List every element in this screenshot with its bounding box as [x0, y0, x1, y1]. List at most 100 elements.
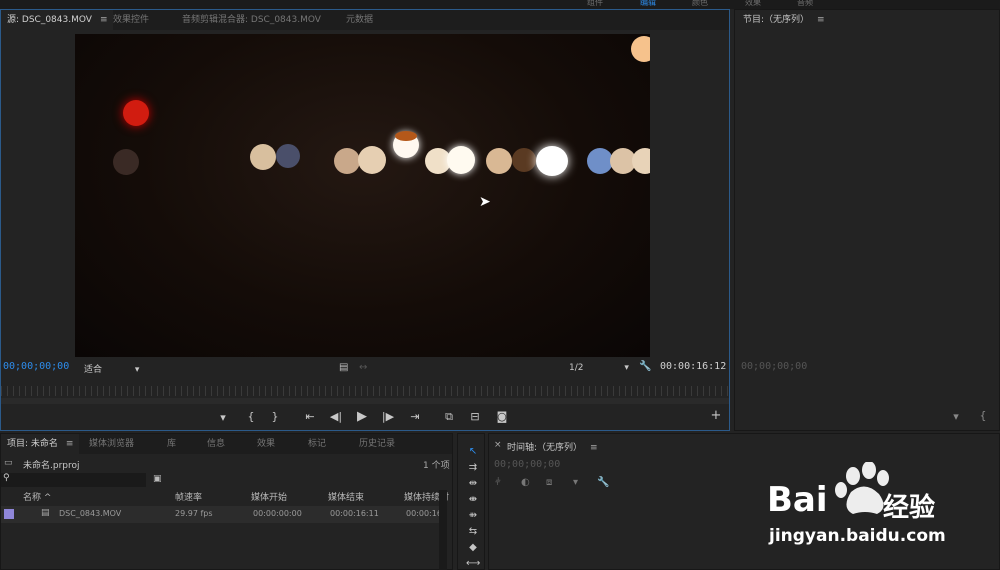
workspace-tab[interactable]: 组件 — [587, 0, 603, 8]
bokeh-light — [358, 146, 386, 174]
zoom-scrollbar[interactable] — [1, 398, 729, 404]
wrench-icon[interactable]: 🔧 — [639, 361, 651, 372]
rate-stretch-tool-icon[interactable]: ⇻ — [466, 510, 480, 521]
column-name[interactable]: 名称 ^ — [23, 490, 51, 503]
tab-effects[interactable]: 效果 — [251, 434, 281, 454]
source-tab-bar: 源: DSC_0843.MOV ≡ 效果控件 音频剪辑混合器: DSC_0843.… — [1, 10, 729, 30]
project-tab-bar: 项目: 未命名 ≡ 媒体浏览器 库 信息 效果 标记 历史记录 — [1, 434, 452, 454]
menu-icon[interactable]: ≡ — [817, 10, 825, 30]
bokeh-light — [250, 144, 276, 170]
bokeh-light — [631, 36, 650, 62]
wrench-icon[interactable]: 🔧 — [597, 477, 609, 488]
tab-history[interactable]: 历史记录 — [353, 434, 401, 454]
play-icon[interactable]: ▶ — [354, 409, 370, 424]
ripple-edit-tool-icon[interactable]: ⇹ — [466, 478, 480, 489]
bokeh-light — [334, 148, 360, 174]
clip-duration: 00:00:16 — [406, 509, 442, 518]
tab-info[interactable]: 信息 — [201, 434, 231, 454]
program-monitor-panel: 节目:（无序列） ≡ 00;00;00;00 ▾ { — [734, 9, 1000, 431]
tools-panel: ↖ ⇉ ⇹ ⇼ ⇻ ⇆ ◆ ⟷ — [457, 433, 485, 570]
tab-project[interactable]: 项目: 未命名 ≡ — [1, 434, 80, 454]
tab-libraries[interactable]: 库 — [161, 434, 182, 454]
search-input[interactable]: ⚲ — [1, 473, 146, 487]
mark-out-icon[interactable]: } — [267, 410, 283, 423]
workspace-tab[interactable]: 音频 — [797, 0, 813, 8]
go-to-in-icon[interactable]: ⇤ — [302, 410, 318, 423]
insert-icon[interactable]: ⧉ — [441, 410, 457, 424]
timeline-timecode[interactable]: 00;00;00;00 — [494, 459, 560, 470]
rolling-edit-tool-icon[interactable]: ⇼ — [466, 494, 480, 505]
source-monitor-panel: 源: DSC_0843.MOV ≡ 效果控件 音频剪辑混合器: DSC_0843.… — [0, 9, 730, 431]
source-video-frame[interactable]: ➤ — [75, 34, 650, 357]
overwrite-icon[interactable]: ⊟ — [467, 410, 483, 423]
tab-audio-clip-mixer[interactable]: 音频剪辑混合器: DSC_0843.MOV — [176, 10, 327, 30]
razor-tool-icon[interactable]: ◆ — [466, 542, 480, 553]
clip-fps: 29.97 fps — [175, 509, 213, 518]
tab-source[interactable]: 源: DSC_0843.MOV ≡ — [1, 10, 114, 30]
watermark-brand: Bai — [767, 480, 828, 520]
project-panel: 项目: 未命名 ≡ 媒体浏览器 库 信息 效果 标记 历史记录 ▭ 未命名.prp… — [0, 433, 453, 570]
bokeh-light — [395, 131, 417, 141]
program-timecode[interactable]: 00;00;00;00 — [741, 361, 807, 372]
step-back-icon[interactable]: ◀| — [328, 410, 344, 423]
tab-program[interactable]: 节目:（无序列） ≡ — [737, 10, 831, 30]
search-icon: ⚲ — [3, 473, 10, 483]
menu-icon[interactable]: ≡ — [66, 434, 74, 454]
watermark-brand-cn: 经验 — [883, 493, 936, 523]
menu-icon[interactable]: ≡ — [590, 443, 598, 453]
camera-icon[interactable]: ◙ — [494, 410, 510, 423]
new-bin-icon[interactable]: ▣ — [153, 474, 162, 484]
mark-in-icon[interactable]: { — [975, 409, 991, 422]
watermark-url: jingyan.baidu.com — [769, 526, 946, 546]
close-icon[interactable]: × — [494, 440, 502, 450]
linked-selection-icon[interactable]: ⧈ — [546, 477, 552, 488]
tab-effect-controls[interactable]: 效果控件 — [107, 10, 155, 30]
timeline-title[interactable]: 时间轴:（无序列） ≡ — [507, 440, 598, 453]
chevron-down-icon: ▾ — [624, 363, 629, 373]
resolution-dropdown[interactable]: 1/2 ▾ — [569, 363, 629, 373]
export-frame-icon[interactable]: ▤ — [339, 362, 348, 373]
column-frame-rate[interactable]: 帧速率 — [175, 490, 202, 503]
project-scrollbar[interactable] — [439, 490, 447, 570]
step-forward-icon[interactable]: |▶ — [380, 410, 396, 423]
bokeh-light — [486, 148, 512, 174]
slide-tool-icon[interactable]: ⟷ — [466, 558, 480, 569]
tab-markers[interactable]: 标记 — [302, 434, 332, 454]
label-color-swatch[interactable] — [4, 509, 14, 519]
drag-video-icon[interactable]: ↔ — [359, 362, 367, 373]
snap-icon[interactable]: ◐ — [521, 477, 530, 488]
column-media-start[interactable]: 媒体开始 — [251, 490, 287, 503]
go-to-out-icon[interactable]: ⇥ — [407, 410, 423, 423]
column-media-end[interactable]: 媒体结束 — [328, 490, 364, 503]
workspace-tab[interactable]: 效果 — [745, 0, 761, 8]
chevron-down-icon: ▾ — [134, 365, 140, 375]
bokeh-light — [113, 149, 139, 175]
tab-media-browser[interactable]: 媒体浏览器 — [83, 434, 140, 454]
time-ruler[interactable] — [1, 386, 729, 396]
clip-end: 00:00:16:11 — [330, 509, 379, 518]
mouse-cursor: ➤ — [479, 194, 491, 210]
bokeh-light — [512, 148, 536, 172]
source-timecode-in[interactable]: 00;00;00;00 — [3, 361, 69, 372]
bokeh-light — [123, 100, 149, 126]
track-select-tool-icon[interactable]: ⇉ — [466, 462, 480, 473]
fit-dropdown[interactable]: 适合 ▾ — [84, 362, 139, 375]
add-marker-icon[interactable]: ▾ — [573, 477, 578, 488]
table-row[interactable]: ▤ DSC_0843.MOV 29.97 fps 00:00:00:00 00:… — [1, 506, 442, 523]
bokeh-light — [276, 144, 300, 168]
workspace-tab-active[interactable]: 编辑 — [640, 0, 656, 8]
project-filename: 未命名.prproj — [23, 461, 80, 471]
nest-sequence-icon[interactable]: ⫩ — [495, 477, 501, 488]
workspace-tab[interactable]: 颜色 — [692, 0, 708, 8]
selection-tool-icon[interactable]: ↖ — [466, 446, 480, 457]
add-marker-icon[interactable]: ▾ — [215, 411, 231, 424]
folder-icon: ▭ — [4, 458, 13, 468]
add-marker-icon[interactable]: ▾ — [948, 410, 964, 423]
clip-start: 00:00:00:00 — [253, 509, 302, 518]
program-tab-bar: 节目:（无序列） ≡ — [735, 10, 999, 30]
add-button[interactable]: + — [708, 408, 724, 423]
video-file-icon: ▤ — [41, 508, 50, 518]
mark-in-icon[interactable]: { — [243, 410, 259, 423]
slip-tool-icon[interactable]: ⇆ — [466, 526, 480, 537]
tab-metadata[interactable]: 元数据 — [340, 10, 379, 30]
